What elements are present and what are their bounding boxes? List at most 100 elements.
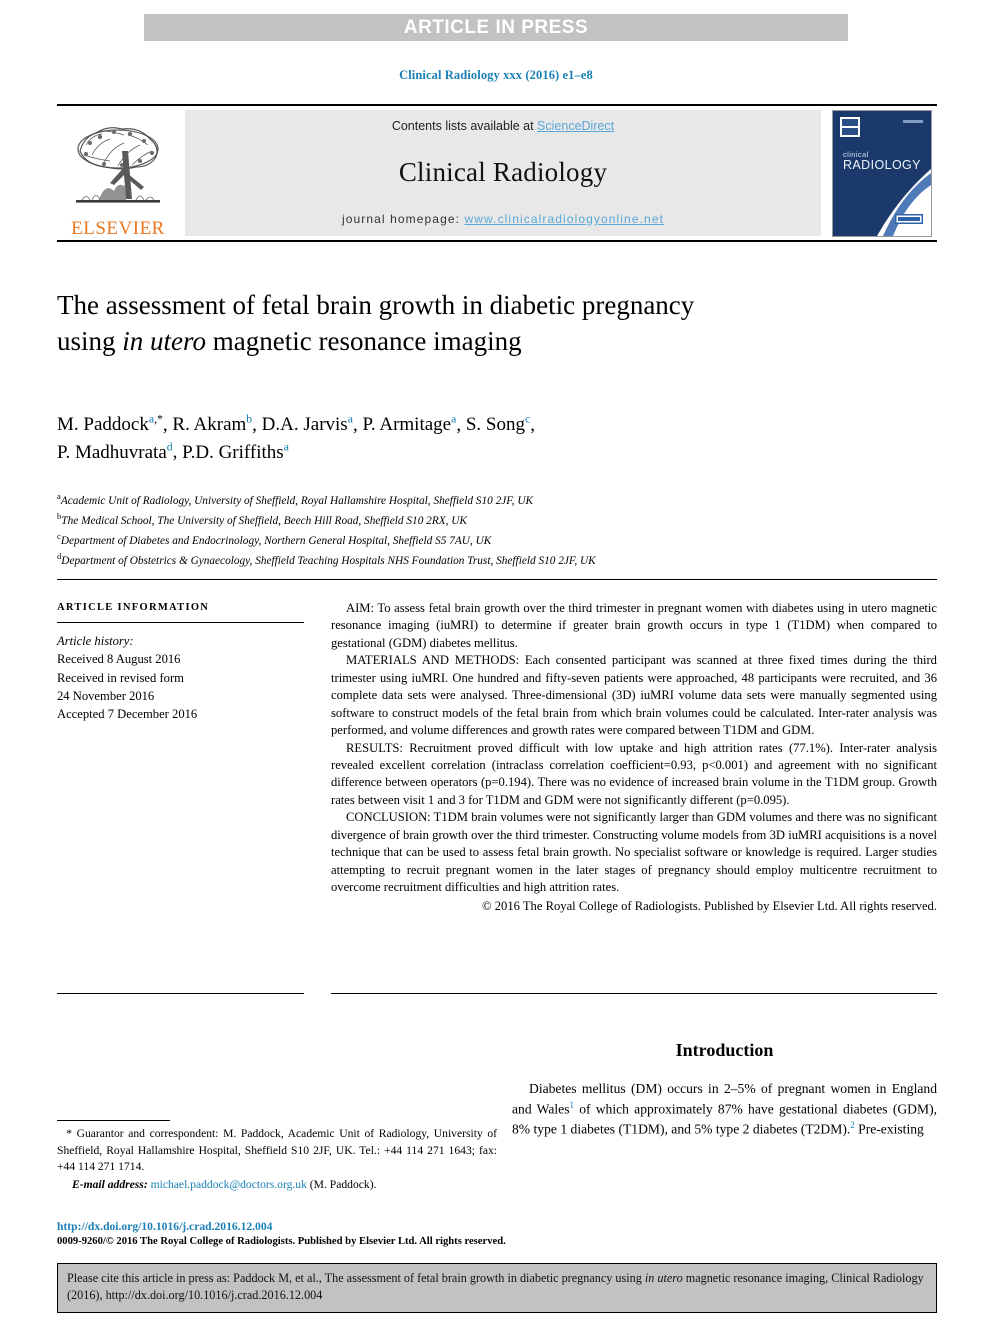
elsevier-tree-icon — [76, 127, 160, 203]
title-italic-part: in utero — [122, 325, 207, 356]
abstract-paragraph-conclusion: CONCLUSION: T1DM brain volumes were not … — [331, 809, 937, 896]
abstract-label-results: RESULTS: — [346, 740, 403, 755]
abstract-text-aim: To assess fetal brain growth over the th… — [331, 601, 937, 650]
contents-prefix: Contents lists available at — [391, 119, 538, 133]
introduction-section: Introduction Diabetes mellitus (DM) occu… — [512, 1040, 937, 1139]
journal-running-head: Clinical Radiology xxx (2016) e1–e8 — [399, 68, 593, 82]
article-in-press-label: ARTICLE IN PRESS — [403, 16, 589, 38]
page-title: The assessment of fetal brain growth in … — [57, 288, 707, 360]
affiliation-item: dDepartment of Obstetrics & Gynaecology,… — [57, 550, 937, 570]
author-separator: , — [162, 414, 173, 436]
doi-link[interactable]: http://dx.doi.org/10.1016/j.crad.2016.12… — [57, 1220, 272, 1233]
cite-part-1: Please cite this article in press as: Pa… — [67, 1271, 645, 1285]
journal-cover-cell: clinical RADIOLOGY — [827, 106, 937, 240]
author-separator: , — [252, 414, 262, 436]
author-separator: , — [172, 441, 183, 463]
author-item: P. Armitagea — [362, 413, 456, 436]
article-history-line: 24 November 2016 — [57, 688, 155, 703]
sciencedirect-link[interactable]: ScienceDirect — [537, 119, 614, 133]
affiliation-item: cDepartment of Diabetes and Endocrinolog… — [57, 530, 937, 550]
journal-masthead: ELSEVIER Contents lists available at Sci… — [57, 104, 937, 242]
journal-cover-artwork: clinical RADIOLOGY — [833, 110, 931, 236]
author-name: P. Madhuvrata — [57, 441, 167, 463]
author-item: D.A. Jarvisa — [261, 413, 353, 436]
cite-italic-part: in utero — [644, 1271, 683, 1285]
author-name: M. Paddock — [57, 414, 149, 436]
divider-below-article-info — [57, 993, 304, 994]
journal-homepage-line: journal homepage: www.clinicalradiologyo… — [342, 212, 664, 226]
abstract-label-methods: MATERIALS AND METHODS: — [346, 653, 520, 668]
email-suffix: (M. Paddock). — [306, 1178, 377, 1192]
article-history-label: Article history: — [57, 634, 134, 648]
author-name: P. Armitage — [362, 414, 452, 436]
abstract-text-results: Recruitment proved difficult with low up… — [331, 740, 937, 807]
introduction-paragraph: Diabetes mellitus (DM) occurs in 2–5% of… — [512, 1079, 937, 1139]
article-information-rule — [57, 622, 304, 623]
author-item: R. Akramb — [172, 413, 252, 436]
article-information-block: ARTICLE INFORMATION Article history: Rec… — [57, 602, 304, 723]
cite-article-text: Please cite this article in press as: Pa… — [67, 1270, 927, 1304]
email-address-link[interactable]: michael.paddock@doctors.org.uk — [151, 1178, 307, 1191]
article-history-line: Accepted 7 December 2016 — [57, 707, 198, 721]
abstract-label-conclusion: CONCLUSION: — [346, 810, 431, 825]
introduction-heading: Introduction — [675, 1040, 774, 1060]
article-history: Article history: Received 8 August 2016 … — [57, 632, 304, 723]
divider-above-abstract — [57, 579, 937, 580]
elsevier-wordmark: ELSEVIER — [71, 218, 165, 239]
author-item: P. Madhuvratad — [57, 440, 173, 463]
affiliation-list: aAcademic Unit of Radiology, University … — [57, 490, 937, 570]
issn-copyright-line: 0009-9260/© 2016 The Royal College of Ra… — [57, 1235, 506, 1247]
article-history-line: Received 8 August 2016 — [57, 652, 181, 667]
email-address-label: E-mail address: — [72, 1178, 148, 1192]
article-history-line: Received in revised form — [57, 670, 184, 685]
author-list: M. Paddocka,*, R. Akramb, D.A. Jarvisa, … — [57, 412, 757, 467]
corresponding-author-asterisk: ,* — [154, 413, 163, 426]
doi-link-wrapper: http://dx.doi.org/10.1016/j.crad.2016.12… — [57, 1219, 617, 1235]
journal-homepage-link[interactable]: www.clinicalradiologyonline.net — [465, 212, 665, 226]
author-item: S. Songc — [465, 413, 530, 436]
author-separator: , — [530, 414, 535, 436]
author-name: D.A. Jarvis — [261, 414, 348, 436]
affiliation-text: Department of Diabetes and Endocrinology… — [60, 534, 492, 547]
abstract-block: AIM: To assess fetal brain growth over t… — [331, 600, 937, 916]
author-item: M. Paddocka,* — [57, 413, 163, 436]
affiliation-text: Academic Unit of Radiology, University o… — [60, 494, 534, 507]
divider-below-abstract — [331, 993, 937, 994]
affiliation-text: The Medical School, The University of Sh… — [61, 514, 467, 527]
abstract-label-aim: AIM: — [346, 601, 374, 615]
correspondence-footnote: * Guarantor and correspondent: M. Paddoc… — [57, 1120, 497, 1194]
affiliation-text: Department of Obstetrics & Gynaecology, … — [61, 554, 596, 567]
author-separator: , — [456, 414, 466, 436]
journal-title: Clinical Radiology — [398, 157, 608, 187]
author-item: P.D. Griffithsa — [182, 440, 289, 463]
author-name: S. Song — [465, 414, 525, 436]
abstract-paragraph-methods: MATERIALS AND METHODS: Each consented pa… — [331, 652, 937, 739]
svg-text:RADIOLOGY: RADIOLOGY — [843, 158, 921, 172]
title-part-2: magnetic resonance imaging — [206, 325, 522, 356]
journal-cover-thumbnail: clinical RADIOLOGY — [832, 109, 932, 237]
article-information-heading: ARTICLE INFORMATION — [57, 602, 210, 613]
footnote-rule — [57, 1120, 170, 1121]
publisher-footer: http://dx.doi.org/10.1016/j.crad.2016.12… — [57, 1219, 617, 1250]
elsevier-logo: ELSEVIER — [57, 106, 179, 240]
affiliation-item: bThe Medical School, The University of S… — [57, 510, 937, 530]
footnote-email-line: E-mail address: michael.paddock@doctors.… — [57, 1177, 497, 1194]
paper-title-block: The assessment of fetal brain growth in … — [57, 288, 707, 360]
article-in-press-banner: ARTICLE IN PRESS — [144, 14, 848, 41]
author-separator: , — [352, 414, 363, 436]
abstract-paragraph-results: RESULTS: Recruitment proved difficult wi… — [331, 740, 937, 810]
author-name: P.D. Griffiths — [182, 441, 284, 463]
homepage-prefix: journal homepage: — [341, 212, 465, 226]
author-name: R. Akram — [172, 414, 247, 436]
abstract-paragraph-aim: AIM: To assess fetal brain growth over t… — [331, 600, 937, 652]
masthead-center: Contents lists available at ScienceDirec… — [185, 110, 821, 236]
contents-lists-line: Contents lists available at ScienceDirec… — [392, 119, 614, 133]
intro-text-c: Pre-existing — [854, 1121, 924, 1137]
affiliation-item: aAcademic Unit of Radiology, University … — [57, 490, 937, 510]
footnote-correspondence-text: Guarantor and correspondent: M. Paddock,… — [57, 1127, 497, 1174]
article-page: ARTICLE IN PRESS Clinical Radiology xxx … — [0, 0, 992, 1323]
footnote-correspondence: * Guarantor and correspondent: M. Paddoc… — [57, 1126, 497, 1176]
author-affiliation-mark: a — [283, 440, 289, 454]
abstract-copyright: © 2016 The Royal College of Radiologists… — [482, 899, 937, 914]
cite-article-box: Please cite this article in press as: Pa… — [57, 1263, 937, 1313]
